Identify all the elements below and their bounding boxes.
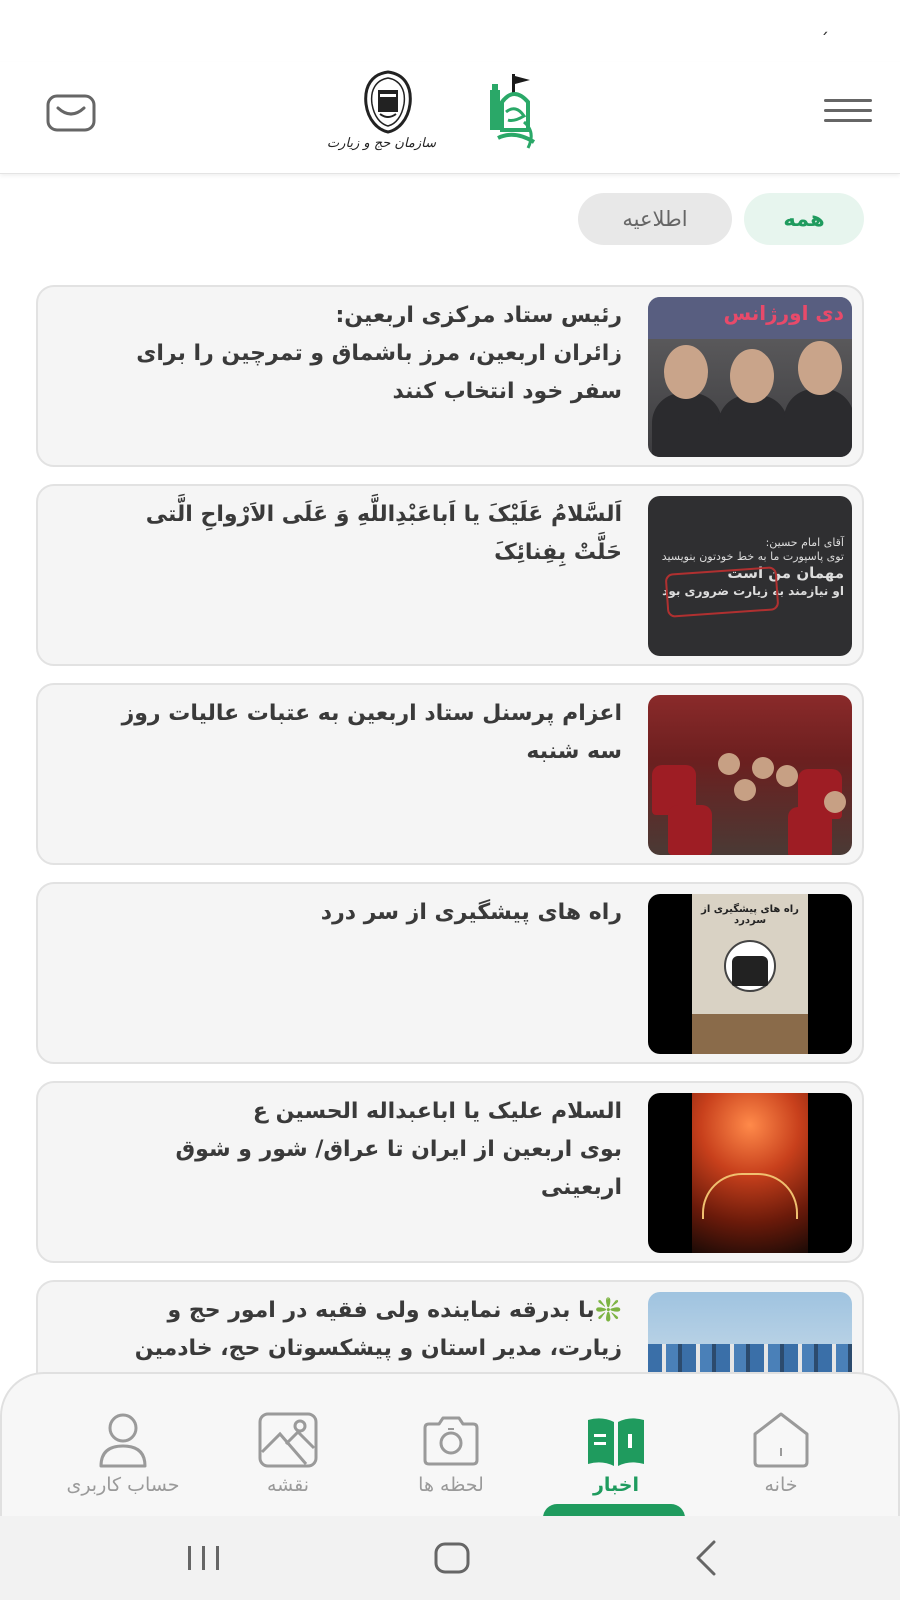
nav-label: نقشه [266, 1474, 310, 1496]
nav-label: لحظه ها [418, 1474, 484, 1496]
nav-label: اخبار [592, 1474, 640, 1496]
nav-item-map[interactable]: نقشه [213, 1374, 363, 1512]
recent-apps-icon[interactable] [174, 1534, 234, 1582]
camera-icon [423, 1416, 479, 1466]
system-navigation-bar [0, 1516, 900, 1600]
arbaeen-logo [484, 72, 548, 154]
thumbnail-text: راه های پیشگیری از سردرد [701, 904, 799, 926]
news-filter-chips: همه اطلاعیه [578, 193, 864, 245]
hajj-organization-logo: سازمان حج و زیارت [326, 70, 436, 166]
map-icon [258, 1412, 318, 1468]
status-bar: ˊ [0, 0, 900, 62]
news-card[interactable]: راه های پیشگیری از سردرد راه های پیشگیری… [36, 882, 864, 1064]
nav-label: حساب کاربری [66, 1474, 180, 1496]
app-header: سازمان حج و زیارت [0, 62, 900, 174]
home-icon [753, 1412, 809, 1468]
news-card[interactable]: اعزام پرسنل ستاد اربعین به عتبات عالیات … [36, 683, 864, 865]
thumbnail-banner-text: دی اورژانس [648, 297, 852, 339]
news-card[interactable]: السلام علیک یا اباعبداله الحسین ع بوی ار… [36, 1081, 864, 1263]
nav-label: خانه [764, 1474, 798, 1496]
news-title: ❇️با بدرقه نماینده ولی فقیه در امور حج و… [134, 1298, 622, 1361]
news-title: رئیس ستاد مرکزی اربعین: زائران اربعین، م… [136, 303, 622, 404]
back-icon[interactable] [676, 1534, 736, 1582]
nav-item-moments[interactable]: لحظه ها [376, 1374, 526, 1512]
bottom-navigation: خانه اخبار لحظه ها نقشه حساب کاربری [0, 1372, 900, 1516]
hamburger-menu-icon[interactable] [824, 92, 872, 132]
user-icon [99, 1413, 147, 1468]
nav-item-home[interactable]: خانه [706, 1374, 856, 1512]
thumbnail-text: آقای امام حسین: [765, 536, 844, 549]
mail-icon[interactable] [46, 94, 96, 132]
nav-item-news[interactable]: اخبار [541, 1374, 691, 1512]
news-list[interactable]: دی اورژانس رئیس ستاد مرکزی اربعین: زائرا… [36, 285, 864, 1373]
filter-chip-all[interactable]: همه [744, 193, 864, 245]
news-thumbnail: آقای امام حسین: توی پاسپورت ما به خط خود… [648, 496, 852, 656]
thumbnail-text: توی پاسپورت ما به خط خودتون بنویسید [661, 550, 844, 563]
news-thumbnail: دی اورژانس [648, 297, 852, 457]
news-title: راه های پیشگیری از سر درد [320, 900, 622, 925]
news-thumbnail [648, 695, 852, 855]
stamp-mark [664, 566, 780, 618]
news-title: اعزام پرسنل ستاد اربعین به عتبات عالیات … [121, 701, 622, 764]
news-card[interactable]: آقای امام حسین: توی پاسپورت ما به خط خود… [36, 484, 864, 666]
news-card[interactable]: دی اورژانس رئیس ستاد مرکزی اربعین: زائرا… [36, 285, 864, 467]
news-title: السلام علیک یا اباعبداله الحسین ع بوی ار… [175, 1099, 622, 1200]
status-indicator: ˊ [820, 30, 829, 51]
news-title: اَلسَّلامُ عَلَیْکَ یا اَباعَبْدِاللَّهِ… [145, 502, 622, 565]
news-thumbnail [648, 1292, 852, 1373]
hajj-logo-caption: سازمان حج و زیارت [326, 136, 436, 151]
home-system-icon[interactable] [422, 1534, 482, 1582]
news-thumbnail [648, 1093, 852, 1253]
news-thumbnail: راه های پیشگیری از سردرد [648, 894, 852, 1054]
filter-chip-notices[interactable]: اطلاعیه [578, 193, 732, 245]
news-icon [588, 1418, 644, 1466]
news-card[interactable]: ❇️با بدرقه نماینده ولی فقیه در امور حج و… [36, 1280, 864, 1373]
nav-item-account[interactable]: حساب کاربری [48, 1374, 198, 1512]
